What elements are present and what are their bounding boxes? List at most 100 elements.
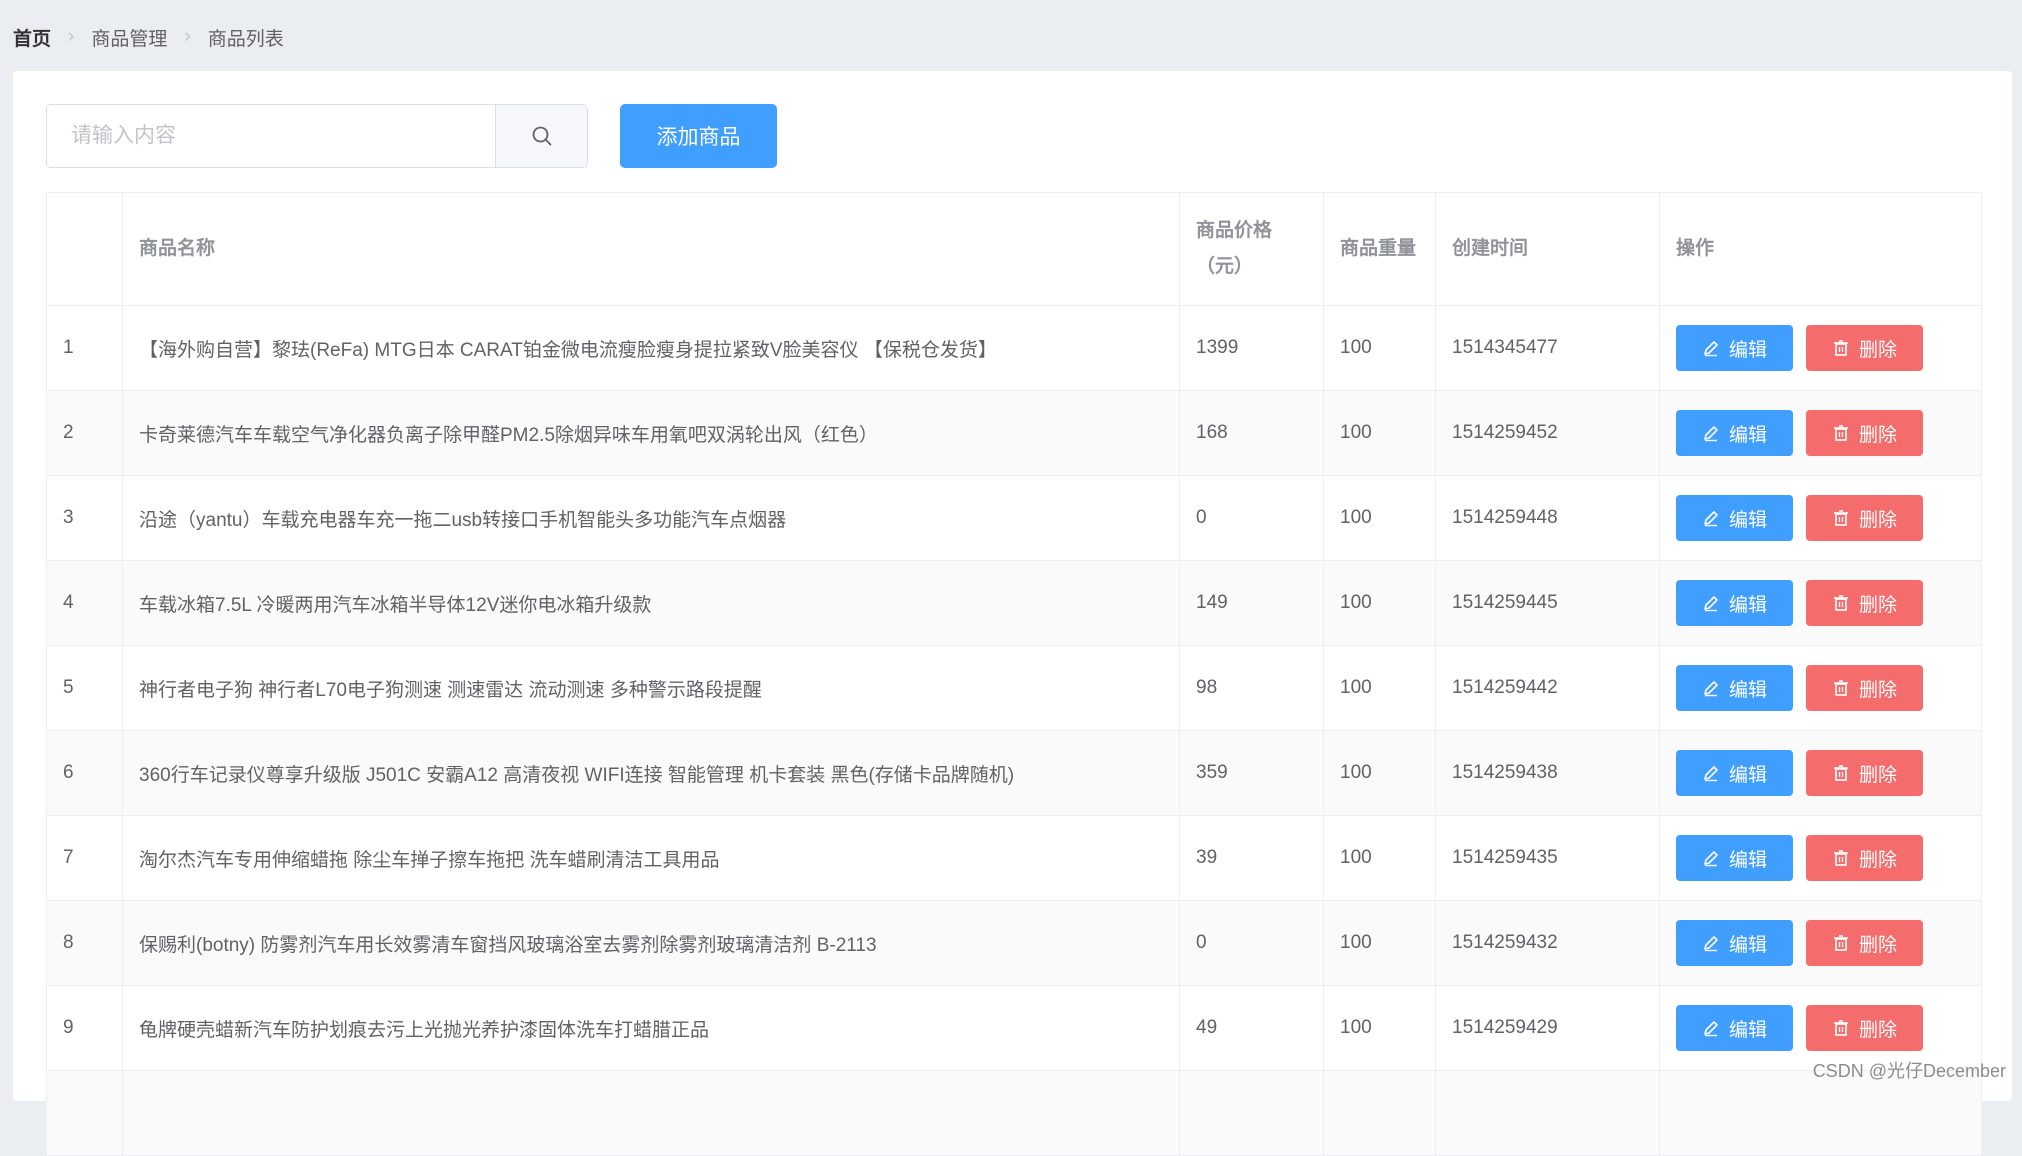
header-index: [46, 192, 123, 306]
cell-created: 1514259438: [1435, 730, 1660, 816]
edit-button[interactable]: 编辑: [1676, 835, 1793, 881]
edit-button[interactable]: 编辑: [1676, 665, 1793, 711]
cell-price: 149: [1179, 560, 1324, 646]
trash-icon: [1833, 510, 1848, 526]
header-name: 商品名称: [122, 192, 1180, 306]
cell-weight: 100: [1323, 645, 1436, 731]
cell-name: 车载冰箱7.5L 冷暖两用汽车冰箱半导体12V迷你电冰箱升级款: [122, 560, 1180, 646]
cell-weight: 100: [1323, 475, 1436, 561]
edit-button[interactable]: 编辑: [1676, 325, 1793, 371]
edit-button[interactable]: 编辑: [1676, 750, 1793, 796]
cell-created: 1514259448: [1435, 475, 1660, 561]
cell-name: 360行车记录仪尊享升级版 J501C 安霸A12 高清夜视 WIFI连接 智能…: [122, 730, 1180, 816]
cell-name: 淘尔杰汽车专用伸缩蜡拖 除尘车掸子擦车拖把 洗车蜡刷清洁工具用品: [122, 815, 1180, 901]
cell-ops: 编辑 删除: [1659, 390, 1982, 476]
delete-button-label: 删除: [1858, 339, 1897, 361]
cell-ops: 编辑 删除: [1659, 305, 1982, 391]
delete-button-label: 删除: [1858, 1019, 1897, 1041]
table-row: 3 沿途（yantu）车载充电器车充一拖二usb转接口手机智能头多功能汽车点烟器 0…: [46, 475, 1982, 561]
delete-button-label: 删除: [1858, 424, 1897, 446]
delete-button-label: 删除: [1858, 679, 1897, 701]
cell-price: 0: [1179, 900, 1324, 986]
delete-button[interactable]: 删除: [1806, 580, 1923, 626]
search-box: [46, 104, 588, 168]
cell-price: 49: [1179, 985, 1324, 1071]
cell-price: 168: [1179, 390, 1324, 476]
delete-button[interactable]: 删除: [1806, 410, 1923, 456]
cell-weight: 100: [1323, 900, 1436, 986]
watermark: CSDN @光仔December: [1812, 1061, 2006, 1081]
cell-created: 1514259445: [1435, 560, 1660, 646]
trash-icon: [1833, 340, 1848, 356]
edit-button-label: 编辑: [1728, 424, 1767, 446]
edit-button[interactable]: 编辑: [1676, 410, 1793, 456]
table-row: 1 【海外购自营】黎珐(ReFa) MTG日本 CARAT铂金微电流瘦脸瘦身提拉紧…: [46, 305, 1982, 391]
cell-name: 卡奇莱德汽车车载空气净化器负离子除甲醛PM2.5除烟异味车用氧吧双涡轮出风（红色…: [122, 390, 1180, 476]
header-weight: 商品重量: [1323, 192, 1436, 306]
delete-button[interactable]: 删除: [1806, 1005, 1923, 1051]
header-ops: 操作: [1659, 192, 1982, 306]
table-row: 6 360行车记录仪尊享升级版 J501C 安霸A12 高清夜视 WIFI连接 智…: [46, 730, 1982, 816]
breadcrumb-goods-list: 商品列表: [207, 28, 284, 50]
table-header-row: 商品名称 商品价格 （元） 商品重量 创建时间 操作: [46, 192, 1982, 306]
delete-button[interactable]: 删除: [1806, 325, 1923, 371]
delete-button[interactable]: 删除: [1806, 665, 1923, 711]
content-card: 添加商品 商品名称 商品价格 （元） 商品重量 创建时间 操作 1【: [13, 71, 2012, 1156]
header-price: 商品价格 （元）: [1179, 192, 1324, 306]
cell-index: 8: [46, 900, 123, 986]
breadcrumb-goods-management: 商品管理: [91, 28, 168, 50]
cell-price: 98: [1179, 645, 1324, 731]
cell-created: 1514259429: [1435, 985, 1660, 1071]
edit-icon: [1704, 426, 1718, 442]
trash-icon: [1833, 595, 1848, 611]
cell-index: 5: [46, 645, 123, 731]
toolbar: 添加商品: [46, 104, 777, 168]
header-price-line2: （元）: [1196, 256, 1254, 277]
add-goods-button[interactable]: 添加商品: [620, 104, 777, 168]
table-row: 4 车载冰箱7.5L 冷暖两用汽车冰箱半导体12V迷你电冰箱升级款 149 100 15…: [46, 560, 1982, 646]
edit-button-label: 编辑: [1728, 509, 1767, 531]
cell-weight: 100: [1323, 305, 1436, 391]
edit-icon: [1704, 596, 1718, 612]
cell-created: 1514345477: [1435, 305, 1660, 391]
trash-icon: [1833, 1020, 1848, 1036]
edit-button-label: 编辑: [1728, 934, 1767, 956]
chevron-right-icon: ›: [184, 26, 191, 47]
search-button[interactable]: [495, 105, 587, 167]
edit-button[interactable]: 编辑: [1676, 495, 1793, 541]
delete-button[interactable]: 删除: [1806, 750, 1923, 796]
delete-button[interactable]: 删除: [1806, 920, 1923, 966]
edit-button-label: 编辑: [1728, 849, 1767, 871]
cell-created: [1435, 1070, 1660, 1156]
trash-icon: [1833, 765, 1848, 781]
edit-button-label: 编辑: [1728, 339, 1767, 361]
search-input[interactable]: [47, 105, 495, 167]
cell-weight: 100: [1323, 560, 1436, 646]
cell-created: 1514259442: [1435, 645, 1660, 731]
cell-price: 359: [1179, 730, 1324, 816]
edit-button-label: 编辑: [1728, 594, 1767, 616]
cell-index: 7: [46, 815, 123, 901]
table-row: 5 神行者电子狗 神行者L70电子狗测速 测速雷达 流动测速 多种警示路段提醒 98…: [46, 645, 1982, 731]
delete-button[interactable]: 删除: [1806, 835, 1923, 881]
delete-button-label: 删除: [1858, 764, 1897, 786]
cell-price: 39: [1179, 815, 1324, 901]
cell-name: 【海外购自营】黎珐(ReFa) MTG日本 CARAT铂金微电流瘦脸瘦身提拉紧致…: [122, 305, 1180, 391]
breadcrumb-home[interactable]: 首页: [13, 24, 51, 51]
edit-button[interactable]: 编辑: [1676, 1005, 1793, 1051]
edit-button[interactable]: 编辑: [1676, 920, 1793, 966]
trash-icon: [1833, 425, 1848, 441]
search-icon: [532, 126, 551, 146]
header-price-line1: 商品价格: [1196, 220, 1273, 241]
delete-button[interactable]: 删除: [1806, 495, 1923, 541]
cell-ops: 编辑 删除: [1659, 645, 1982, 731]
edit-icon: [1704, 511, 1718, 527]
edit-icon: [1704, 766, 1718, 782]
edit-button[interactable]: 编辑: [1676, 580, 1793, 626]
cell-index: 1: [46, 305, 123, 391]
cell-weight: 100: [1323, 815, 1436, 901]
edit-icon: [1704, 936, 1718, 952]
delete-button-label: 删除: [1858, 849, 1897, 871]
trash-icon: [1833, 935, 1848, 951]
cell-ops: 编辑 删除: [1659, 560, 1982, 646]
